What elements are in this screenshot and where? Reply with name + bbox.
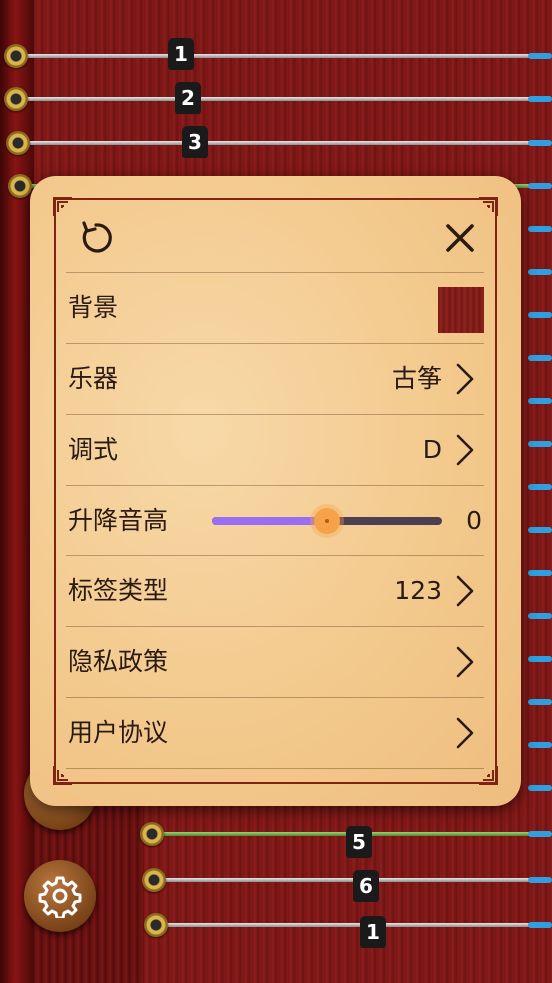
tuning-peg xyxy=(4,44,28,68)
string-tip xyxy=(528,922,552,928)
tuning-peg xyxy=(144,913,168,937)
gear-icon xyxy=(38,876,82,918)
string-tip xyxy=(528,527,552,533)
chevron-right-icon xyxy=(456,646,474,678)
bridge-label: 6 xyxy=(353,870,379,902)
tuning-peg xyxy=(6,131,30,155)
slider-thumb[interactable] xyxy=(314,508,340,534)
setting-row-agreement[interactable]: 用户协议 xyxy=(66,697,484,769)
setting-label: 背景 xyxy=(68,293,119,322)
reset-button[interactable] xyxy=(76,218,116,258)
corner-ornament xyxy=(53,197,72,216)
tuning-peg xyxy=(140,822,164,846)
setting-value: D xyxy=(422,435,442,464)
string-tip xyxy=(528,96,552,102)
bridge-label: 1 xyxy=(168,38,194,70)
bridge-label: 5 xyxy=(346,826,372,858)
chevron-right-icon xyxy=(456,434,474,466)
pitch-value: 0 xyxy=(466,506,482,535)
string-tip xyxy=(528,269,552,275)
string-tip xyxy=(528,312,552,318)
bridge-label: 1 xyxy=(360,916,386,948)
chevron-right-icon xyxy=(456,363,474,395)
corner-ornament xyxy=(479,197,498,216)
setting-label: 调式 xyxy=(68,435,119,464)
setting-row-instrument[interactable]: 乐器 古筝 xyxy=(66,343,484,414)
string-tip xyxy=(528,53,552,59)
string-tip xyxy=(528,785,552,791)
string-tip xyxy=(528,355,552,361)
tuning-peg xyxy=(8,174,32,198)
string-tip xyxy=(528,441,552,447)
string-tip xyxy=(528,877,552,883)
string-tip xyxy=(528,183,552,189)
string-lower-2[interactable] xyxy=(154,878,536,882)
close-icon xyxy=(446,224,474,252)
pitch-slider[interactable] xyxy=(212,486,442,556)
string-2[interactable] xyxy=(16,97,536,101)
setting-row-pitch: 升降音高 0 xyxy=(66,485,484,556)
string-lower-3[interactable] xyxy=(156,923,536,927)
chevron-right-icon xyxy=(456,575,474,607)
background-swatch[interactable] xyxy=(438,287,484,333)
string-tip xyxy=(528,831,552,837)
string-tip xyxy=(528,140,552,146)
string-1[interactable] xyxy=(16,54,536,58)
close-button[interactable] xyxy=(438,216,482,260)
string-tip xyxy=(528,226,552,232)
guzheng-stage: 1 2 3 5 6 1 背景 乐器 古筝 调式 D 升降音高 0 标签类型 12… xyxy=(0,0,552,983)
setting-value: 古筝 xyxy=(391,364,442,393)
setting-row-label-type[interactable]: 标签类型 123 xyxy=(66,555,484,626)
slider-fill xyxy=(212,517,327,525)
reset-icon xyxy=(82,221,112,253)
setting-label: 标签类型 xyxy=(68,576,169,605)
chevron-right-icon xyxy=(456,717,474,749)
string-lower-1[interactable] xyxy=(152,832,536,836)
string-tip xyxy=(528,613,552,619)
tuning-peg xyxy=(4,87,28,111)
string-tip xyxy=(528,656,552,662)
setting-label: 乐器 xyxy=(68,364,119,393)
setting-row-privacy[interactable]: 隐私政策 xyxy=(66,626,484,697)
string-tip xyxy=(528,742,552,748)
string-tip xyxy=(528,570,552,576)
setting-value: 123 xyxy=(394,576,442,605)
string-tip xyxy=(528,699,552,705)
string-tip xyxy=(528,398,552,404)
bridge-label: 2 xyxy=(175,82,201,114)
setting-row-background[interactable]: 背景 xyxy=(66,272,484,343)
setting-label: 用户协议 xyxy=(68,718,169,747)
settings-button[interactable] xyxy=(24,860,96,932)
settings-dialog: 背景 乐器 古筝 调式 D 升降音高 0 标签类型 123 隐私政策 用户协议 xyxy=(30,176,521,806)
string-tip xyxy=(528,484,552,490)
bridge-label: 3 xyxy=(182,126,208,158)
setting-label: 隐私政策 xyxy=(68,647,169,676)
setting-label: 升降音高 xyxy=(68,506,169,535)
tuning-peg xyxy=(142,868,166,892)
setting-row-mode[interactable]: 调式 D xyxy=(66,414,484,485)
string-3[interactable] xyxy=(18,141,536,145)
